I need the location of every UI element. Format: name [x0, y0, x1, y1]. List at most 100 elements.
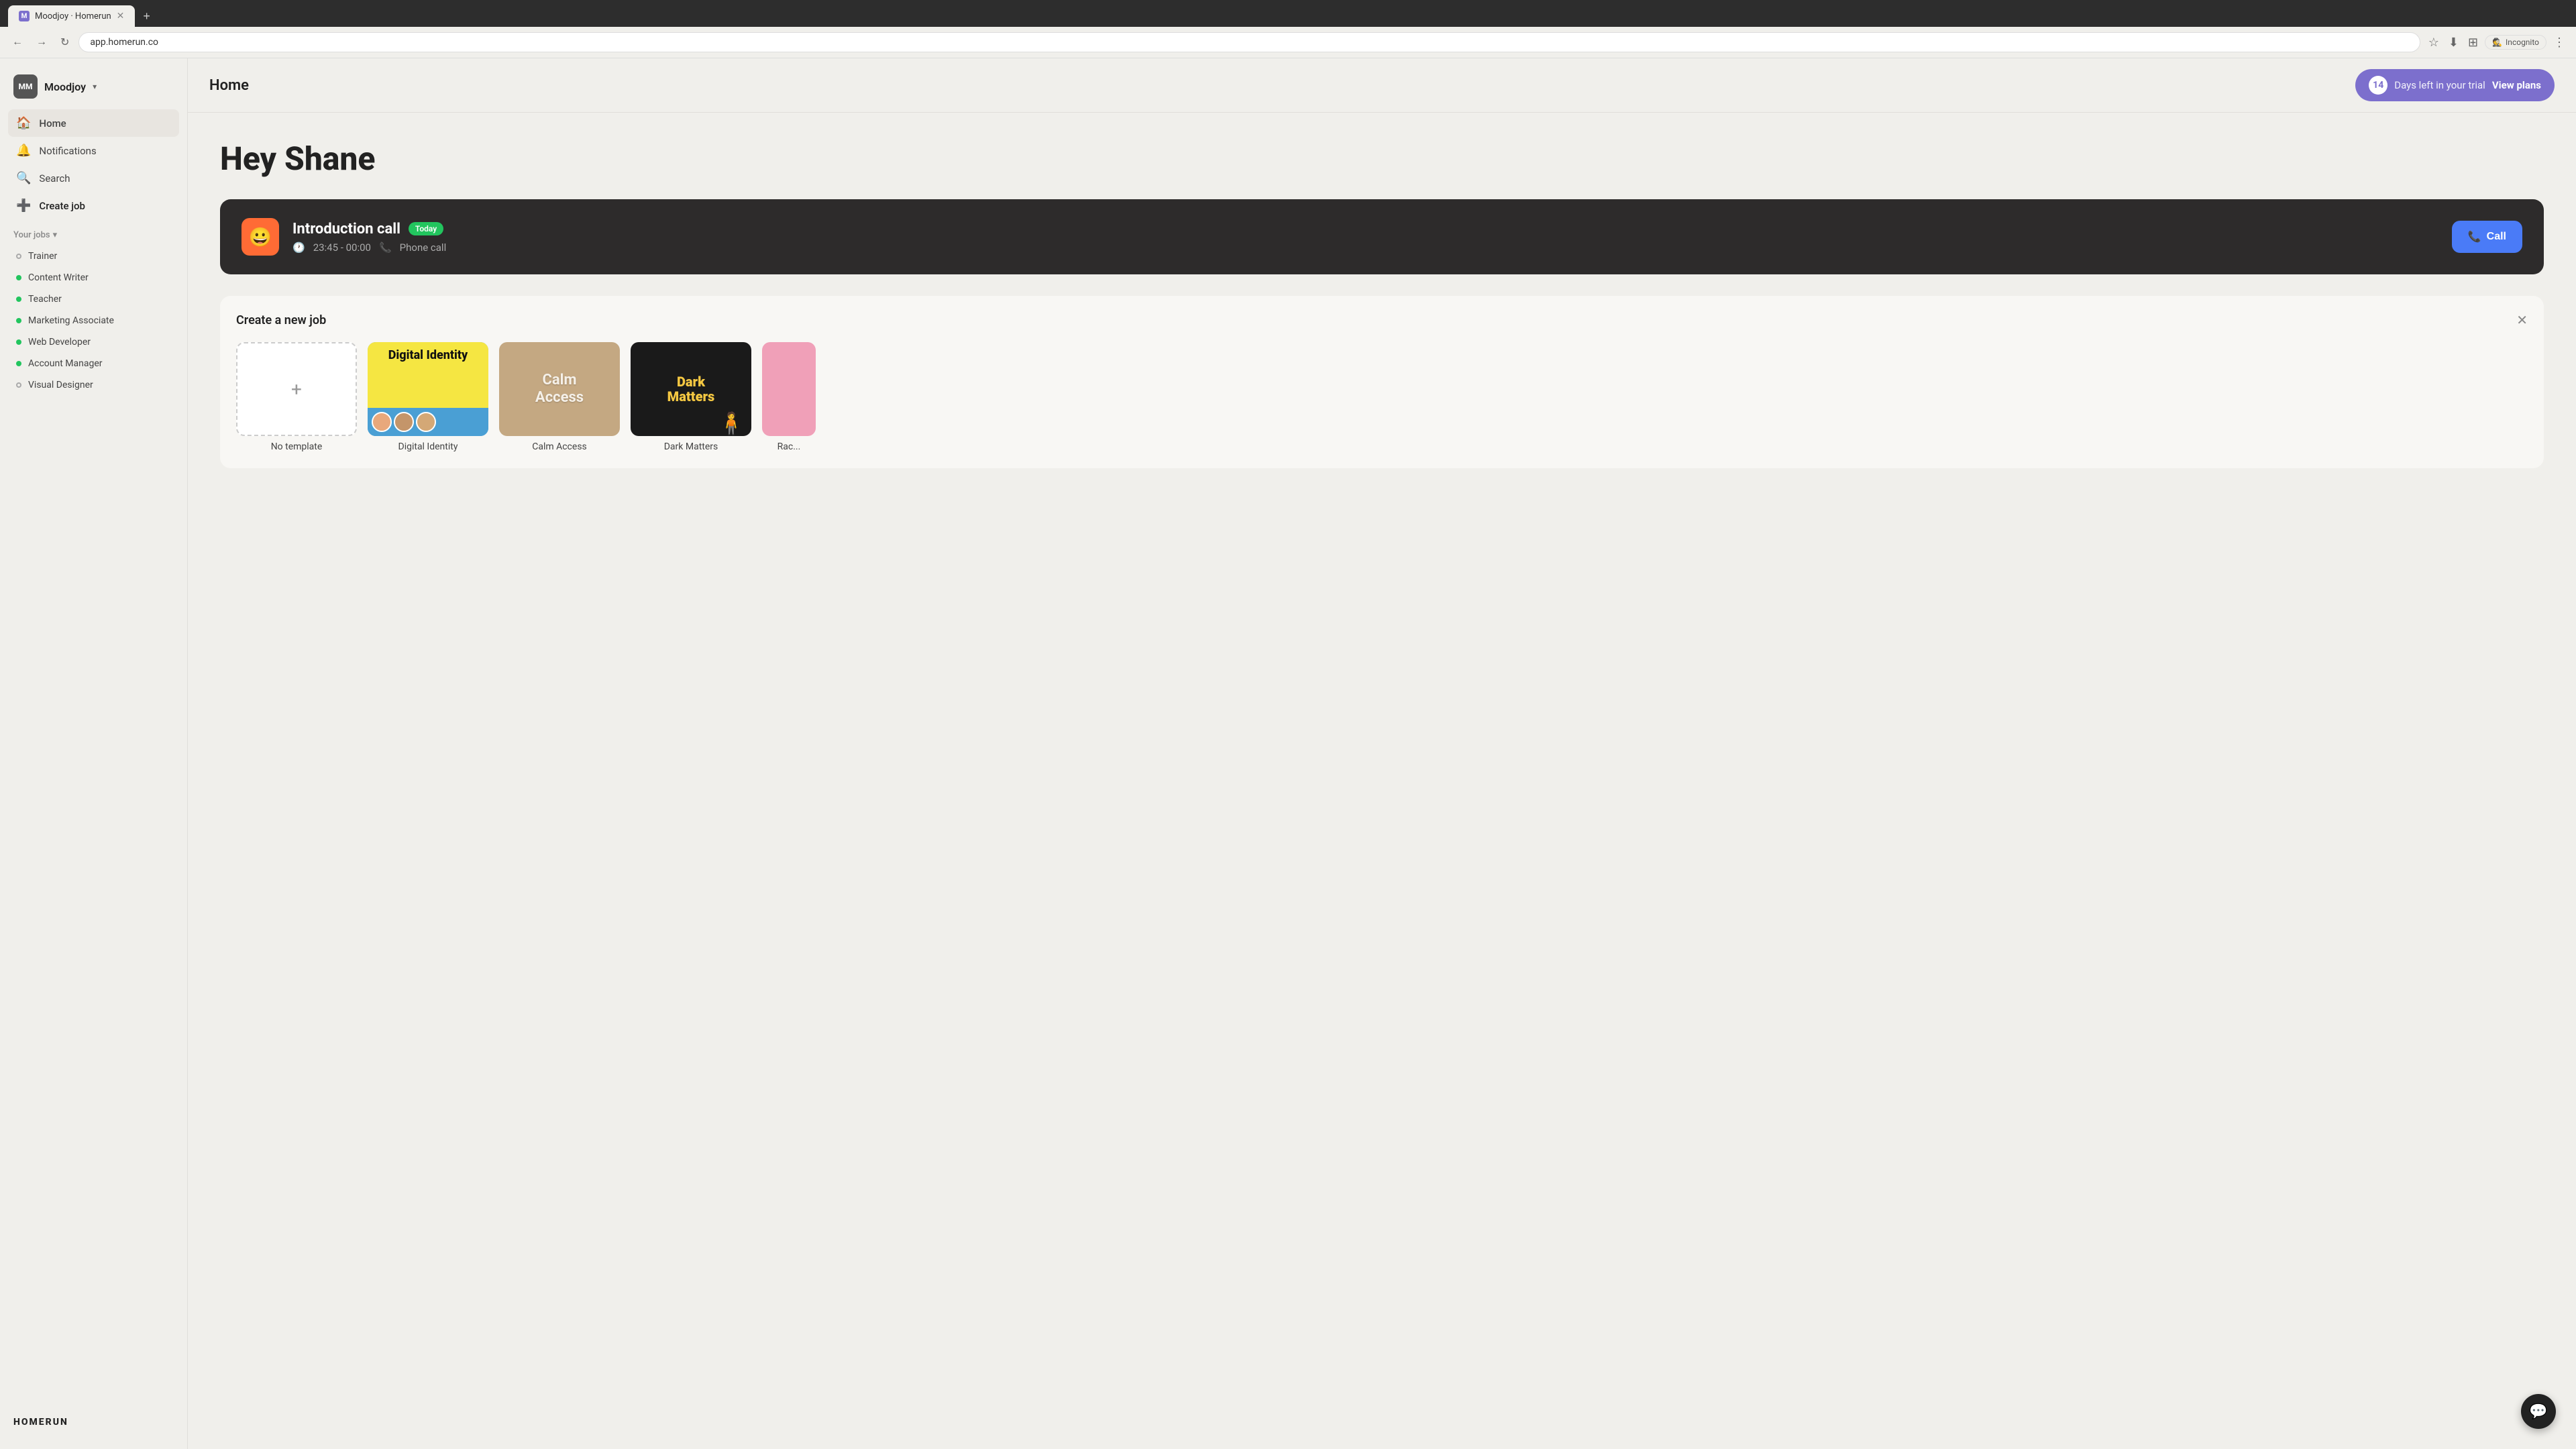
template-ca-label: Calm Access [499, 441, 620, 452]
di-face-3 [416, 412, 436, 432]
interview-type-text: Phone call [400, 241, 447, 254]
download-button[interactable]: ⬇ [2446, 33, 2461, 52]
back-button[interactable]: ← [8, 34, 27, 51]
avatar: MM [13, 74, 38, 99]
job-item-marketing-associate[interactable]: Marketing Associate [8, 310, 179, 331]
menu-button[interactable]: ⋮ [2551, 33, 2568, 52]
plus-large-icon: + [291, 378, 302, 400]
interview-info: Introduction call Today 🕐 23:45 - 00:00 … [292, 221, 446, 254]
calm-access-card[interactable]: CalmAccess [499, 342, 620, 436]
template-no-template[interactable]: + No template [236, 342, 357, 452]
template-partial-label: Rac... [762, 441, 816, 452]
template-dark-matters[interactable]: DarkMatters 🧍 Dark Matters [631, 342, 751, 452]
ca-card-title: CalmAccess [535, 372, 584, 407]
sidebar-footer: HOMERUN [0, 1406, 187, 1438]
template-no-template-label: No template [236, 441, 357, 452]
di-faces [368, 408, 488, 436]
job-item-content-writer[interactable]: Content Writer [8, 267, 179, 288]
template-blank-card[interactable]: + [236, 342, 357, 436]
sidebar-nav: 🏠 Home 🔔 Notifications 🔍 Search ➕ Create… [0, 109, 187, 219]
job-label-web-developer: Web Developer [28, 337, 91, 347]
interview-card: 😀 Introduction call Today 🕐 23:45 - 00:0… [220, 199, 2544, 274]
dm-figure-icon: 🧍 [718, 411, 745, 436]
search-icon: 🔍 [16, 171, 31, 185]
trial-badge: 14 Days left in your trial View plans [2355, 69, 2555, 101]
call-button-icon: 📞 [2468, 230, 2481, 244]
di-face-2 [394, 412, 414, 432]
url-display: app.homerun.co [90, 37, 158, 48]
digital-identity-card[interactable]: Digital Identity [368, 342, 488, 436]
job-item-visual-designer[interactable]: Visual Designer [8, 374, 179, 396]
new-tab-button[interactable]: + [138, 7, 156, 26]
template-partial[interactable]: Rac... [762, 342, 816, 452]
job-dot-marketing-associate [16, 318, 21, 323]
dark-matters-card[interactable]: DarkMatters 🧍 [631, 342, 751, 436]
company-chevron-icon[interactable]: ▾ [93, 82, 97, 91]
toolbar-actions: ☆ ⬇ ⊞ 🕵 Incognito ⋮ [2426, 33, 2568, 52]
tab-favicon: M [19, 11, 30, 21]
your-jobs-label[interactable]: Your jobs ▾ [13, 230, 174, 240]
interview-avatar: 😀 [241, 218, 279, 256]
sidebar-header: MM Moodjoy ▾ [0, 69, 187, 109]
job-item-web-developer[interactable]: Web Developer [8, 331, 179, 353]
interview-time: 🕐 23:45 - 00:00 📞 Phone call [292, 241, 446, 254]
call-button-label: Call [2487, 231, 2506, 243]
interview-time-text: 23:45 - 00:00 [313, 241, 371, 254]
plus-icon: ➕ [16, 199, 31, 213]
create-job-close-button[interactable]: ✕ [2516, 312, 2528, 329]
page-title: Home [209, 77, 249, 94]
main-scroll: Hey Shane 😀 Introduction call Today 🕐 [188, 113, 2576, 1449]
extensions-button[interactable]: ⊞ [2465, 33, 2481, 52]
interview-left: 😀 Introduction call Today 🕐 23:45 - 00:0… [241, 218, 446, 256]
greeting-text: Hey Shane [220, 140, 2544, 178]
avatar-emoji: 😀 [249, 226, 272, 248]
job-label-teacher: Teacher [28, 294, 62, 305]
job-list: Trainer Content Writer Teacher Marketing… [0, 246, 187, 396]
job-label-marketing-associate: Marketing Associate [28, 315, 114, 326]
job-dot-web-developer [16, 339, 21, 345]
tab-label: Moodjoy · Homerun [35, 11, 111, 21]
template-dm-label: Dark Matters [631, 441, 751, 452]
clock-icon: 🕐 [292, 241, 305, 254]
browser-toolbar: ← → ↻ app.homerun.co ☆ ⬇ ⊞ 🕵 Incognito ⋮ [0, 27, 2576, 58]
job-label-content-writer: Content Writer [28, 272, 89, 283]
today-badge: Today [409, 222, 443, 235]
app-layout: MM Moodjoy ▾ 🏠 Home 🔔 Notifications 🔍 Se… [0, 58, 2576, 1449]
job-label-trainer: Trainer [28, 251, 57, 262]
sidebar-item-label-home: Home [39, 117, 66, 129]
call-button[interactable]: 📞 Call [2452, 221, 2522, 253]
partial-card[interactable] [762, 342, 816, 436]
sidebar-item-notifications[interactable]: 🔔 Notifications [8, 137, 179, 164]
job-item-teacher[interactable]: Teacher [8, 288, 179, 310]
job-label-account-manager: Account Manager [28, 358, 103, 369]
create-job-section: Create a new job ✕ + No template [220, 296, 2544, 468]
di-face-1 [372, 412, 392, 432]
template-digital-identity[interactable]: Digital Identity Digital Identity [368, 342, 488, 452]
address-bar[interactable]: app.homerun.co [78, 32, 2420, 52]
trial-text: Days left in your trial [2394, 79, 2485, 91]
job-dot-teacher [16, 297, 21, 302]
sidebar-item-home[interactable]: 🏠 Home [8, 109, 179, 137]
reload-button[interactable]: ↻ [56, 33, 73, 52]
di-card-top: Digital Identity [368, 342, 488, 408]
job-item-trainer[interactable]: Trainer [8, 246, 179, 267]
chat-icon: 💬 [2529, 1403, 2547, 1420]
job-item-account-manager[interactable]: Account Manager [8, 353, 179, 374]
create-job-header: Create a new job ✕ [236, 312, 2528, 329]
trial-days-number: 14 [2369, 76, 2387, 95]
view-plans-link[interactable]: View plans [2492, 79, 2541, 91]
chat-button[interactable]: 💬 [2521, 1394, 2556, 1429]
sidebar-item-create-job[interactable]: ➕ Create job [8, 192, 179, 219]
sidebar-item-label-search: Search [39, 172, 70, 184]
template-calm-access[interactable]: CalmAccess Calm Access [499, 342, 620, 452]
tab-close-button[interactable]: ✕ [117, 11, 125, 21]
avatar-initials: MM [18, 82, 32, 91]
main-content: Home 14 Days left in your trial View pla… [188, 58, 2576, 1449]
forward-button[interactable]: → [32, 34, 51, 51]
dm-card-title: DarkMatters [667, 374, 715, 404]
sidebar-item-search[interactable]: 🔍 Search [8, 164, 179, 192]
sidebar-item-label-create: Create job [39, 200, 85, 212]
sidebar-item-label-notifications: Notifications [39, 145, 96, 157]
active-tab[interactable]: M Moodjoy · Homerun ✕ [8, 5, 135, 27]
bookmark-button[interactable]: ☆ [2426, 33, 2442, 52]
